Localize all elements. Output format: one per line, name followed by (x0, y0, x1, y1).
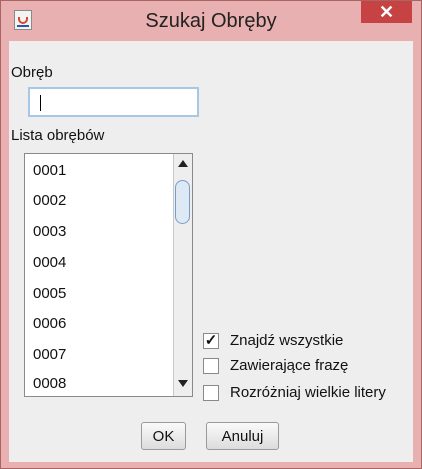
dialog-content: Obręb Lista obrębów 0001 0002 0003 0004 … (9, 41, 413, 462)
list-item[interactable]: 0002 (33, 192, 66, 209)
list-item[interactable]: 0006 (33, 315, 66, 332)
scroll-down-arrow-icon[interactable] (178, 380, 188, 387)
list-scrollbar[interactable] (173, 154, 192, 396)
find-all-checkbox[interactable]: ✓ (203, 333, 219, 349)
cancel-button[interactable]: Anuluj (206, 422, 279, 450)
java-app-icon (14, 10, 32, 30)
obreby-list[interactable]: 0001 0002 0003 0004 0005 0006 0007 0008 (24, 153, 193, 397)
obreb-label: Obręb (11, 64, 53, 81)
text-caret (40, 95, 41, 111)
list-item[interactable]: 0008 (33, 375, 66, 392)
obreb-input[interactable] (28, 87, 199, 117)
title-bar[interactable]: Szukaj Obręby ✕ (1, 1, 421, 41)
list-item[interactable]: 0003 (33, 223, 66, 240)
list-item[interactable]: 0007 (33, 346, 66, 363)
window-title: Szukaj Obręby (145, 10, 277, 32)
close-button[interactable]: ✕ (361, 1, 412, 23)
ok-button[interactable]: OK (141, 422, 186, 450)
list-item[interactable]: 0004 (33, 254, 66, 271)
scroll-up-arrow-icon[interactable] (178, 160, 188, 167)
dialog-window: Szukaj Obręby ✕ Obręb Lista obrębów 0001… (0, 0, 422, 469)
list-item[interactable]: 0001 (33, 162, 66, 179)
contains-phrase-checkbox[interactable] (203, 358, 219, 374)
case-sensitive-label: Rozróżniaj wielkie litery (230, 384, 386, 401)
list-item[interactable]: 0005 (33, 285, 66, 302)
case-sensitive-checkbox[interactable] (203, 385, 219, 401)
list-label: Lista obrębów (11, 127, 105, 144)
contains-phrase-label: Zawierające frazę (230, 357, 349, 374)
find-all-label: Znajdź wszystkie (230, 332, 344, 349)
scroll-thumb[interactable] (175, 180, 190, 224)
